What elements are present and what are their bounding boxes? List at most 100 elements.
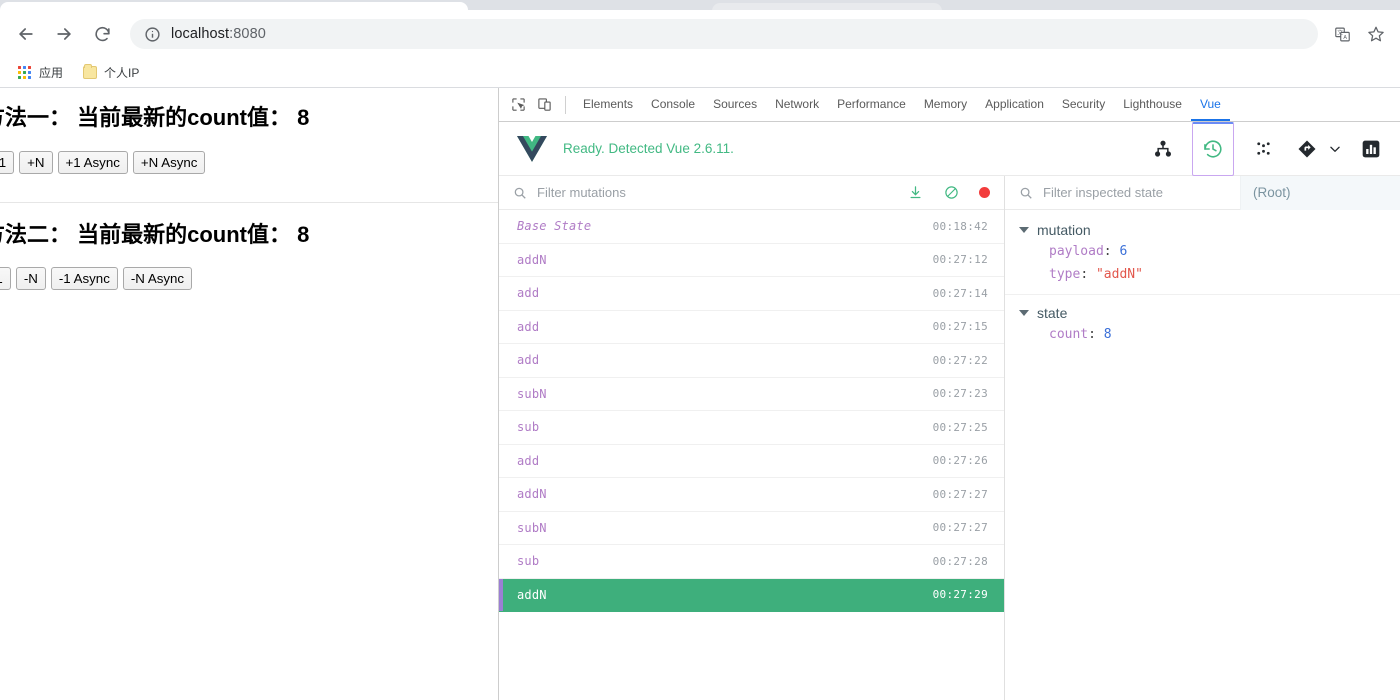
device-toolbar-icon[interactable] [531, 92, 557, 118]
tab-performance[interactable]: Performance [828, 88, 915, 121]
search-icon [514, 187, 526, 199]
state-group-mutation: mutation payload: 6 type: "addN" [1005, 216, 1400, 294]
mutation-row[interactable]: subN 00:27:27 [499, 512, 1004, 545]
mutation-row[interactable]: add 00:27:14 [499, 277, 1004, 311]
tab-security[interactable]: Security [1053, 88, 1114, 121]
filter-mutations-input[interactable]: Filter mutations [537, 185, 897, 200]
decrement-by-n-async-button[interactable]: -N Async [122, 267, 193, 291]
decrement-by-n-button[interactable]: -N [15, 267, 46, 291]
devtools-panel: Elements Console Sources Network Perform… [498, 88, 1400, 700]
bar-chart-glyph-icon [1362, 140, 1380, 157]
mutation-time: 00:27:25 [932, 420, 988, 434]
mutation-name: sub [517, 420, 540, 435]
mutation-row[interactable]: sub 00:27:28 [499, 545, 1004, 579]
download-icon[interactable] [907, 185, 923, 201]
address-bar-url: localhost:8080 [171, 26, 266, 42]
address-bar[interactable]: localhost:8080 [130, 19, 1318, 49]
mutation-time: 00:27:29 [932, 588, 988, 602]
star-glyph-icon [1368, 26, 1384, 42]
bookmark-personal-ip[interactable]: 个人IP [75, 61, 147, 84]
reload-button[interactable] [86, 18, 118, 50]
mutation-name: add [517, 319, 540, 334]
tab-network[interactable]: Network [766, 88, 828, 121]
mutation-row[interactable]: add 00:27:22 [499, 344, 1004, 378]
mutation-time: 00:27:12 [932, 253, 988, 267]
no-entry-icon[interactable] [943, 185, 959, 201]
state-group-state: state count: 8 [1005, 294, 1400, 354]
increment-by-n-button[interactable]: +N [19, 150, 53, 174]
mutation-row[interactable]: sub 00:27:25 [499, 411, 1004, 445]
mutation-time: 00:18:42 [932, 219, 988, 233]
root-module-label: (Root) [1253, 185, 1291, 200]
increment-by-n-async-button[interactable]: +N Async [132, 150, 206, 174]
bookmark-apps[interactable]: 应用 [10, 61, 71, 84]
section-divider [0, 201, 498, 203]
vue-logo-icon [517, 135, 547, 162]
back-button[interactable] [10, 18, 42, 50]
mutation-name: addN [517, 487, 547, 502]
info-circle-icon[interactable] [144, 26, 161, 43]
mutation-row[interactable]: add 00:27:15 [499, 311, 1004, 344]
component-tree-icon[interactable] [1148, 134, 1178, 164]
state-entry-payload: payload: 6 [1049, 244, 1128, 259]
tab-memory[interactable]: Memory [915, 88, 976, 121]
mutation-name: Base State [517, 219, 592, 234]
mutation-row-base-state[interactable]: Base State 00:18:42 [499, 210, 1004, 244]
mutation-name: subN [517, 520, 547, 535]
group-title: state [1037, 305, 1068, 321]
arrow-left-icon [19, 28, 33, 40]
tab-console[interactable]: Console [642, 88, 704, 121]
background-tab[interactable] [712, 3, 942, 10]
inspected-state-pane: Filter inspected state (Root) mutation p… [1005, 175, 1400, 700]
tab-strip [0, 0, 1400, 10]
mutation-row-selected[interactable]: addN 00:27:29 [499, 578, 1004, 612]
mutation-row[interactable]: addN 00:27:12 [499, 244, 1004, 277]
mutation-row[interactable]: add 00:27:26 [499, 445, 1004, 478]
mutation-row[interactable]: addN 00:27:27 [499, 478, 1004, 512]
entry-key: count [1049, 327, 1089, 342]
root-module-select[interactable]: (Root) [1240, 175, 1400, 210]
vue-action-buttons [1148, 121, 1386, 176]
group-header-state[interactable]: state [1005, 303, 1400, 323]
events-icon[interactable] [1248, 134, 1278, 164]
group-header-mutation[interactable]: mutation [1005, 220, 1400, 240]
bookmark-star-icon[interactable] [1362, 20, 1390, 48]
reload-icon [94, 26, 110, 41]
translate-icon[interactable]: 文 A [1328, 20, 1356, 48]
performance-icon[interactable] [1356, 134, 1386, 164]
tab-lighthouse[interactable]: Lighthouse [1114, 88, 1191, 121]
routing-icon[interactable] [1292, 134, 1322, 164]
record-dot-icon[interactable] [979, 187, 990, 198]
increment-by-1-async-button[interactable]: +1 Async [57, 150, 128, 174]
filter-inspected-state-input[interactable]: Filter inspected state [1043, 185, 1220, 200]
forward-button[interactable] [48, 18, 80, 50]
active-tab[interactable] [0, 2, 468, 10]
method-one-heading: 方法一： 当前最新的count值： 8 [0, 105, 310, 130]
tab-elements[interactable]: Elements [574, 88, 642, 121]
mutation-time: 00:27:15 [932, 320, 988, 334]
tab-vue[interactable]: Vue [1190, 88, 1230, 121]
mutations-list: Base State 00:18:42 addN 00:27:12 add 00… [499, 210, 1004, 700]
svg-text:文: 文 [1337, 28, 1343, 36]
arrow-right-icon [57, 28, 71, 40]
mutation-name: addN [517, 587, 547, 602]
mutation-name: add [517, 353, 540, 368]
entry-value: 6 [1119, 244, 1128, 259]
tab-sources[interactable]: Sources [704, 88, 766, 121]
dots-grid-glyph-icon [1256, 142, 1270, 155]
mutation-time: 00:27:28 [932, 554, 988, 568]
mutation-row[interactable]: subN 00:27:23 [499, 378, 1004, 411]
tab-application[interactable]: Application [976, 88, 1053, 121]
vuex-history-icon[interactable] [1192, 121, 1234, 176]
vue-panes: Filter mutations Base State 00:18:42 add… [499, 175, 1400, 700]
decrement-by-1-async-button[interactable]: -1 Async [50, 267, 118, 291]
mutations-filter-bar: Filter mutations [499, 176, 1004, 210]
mutation-name: sub [517, 554, 540, 569]
search-icon [1020, 187, 1032, 199]
increment-by-1-button[interactable]: +1 [0, 150, 15, 174]
caret-down-icon [1019, 310, 1029, 316]
inspect-element-icon[interactable] [505, 92, 531, 118]
mutation-name: subN [517, 386, 547, 401]
chevron-down-icon[interactable] [1328, 142, 1342, 156]
decrement-by-1-button[interactable]: -1 [0, 267, 11, 291]
